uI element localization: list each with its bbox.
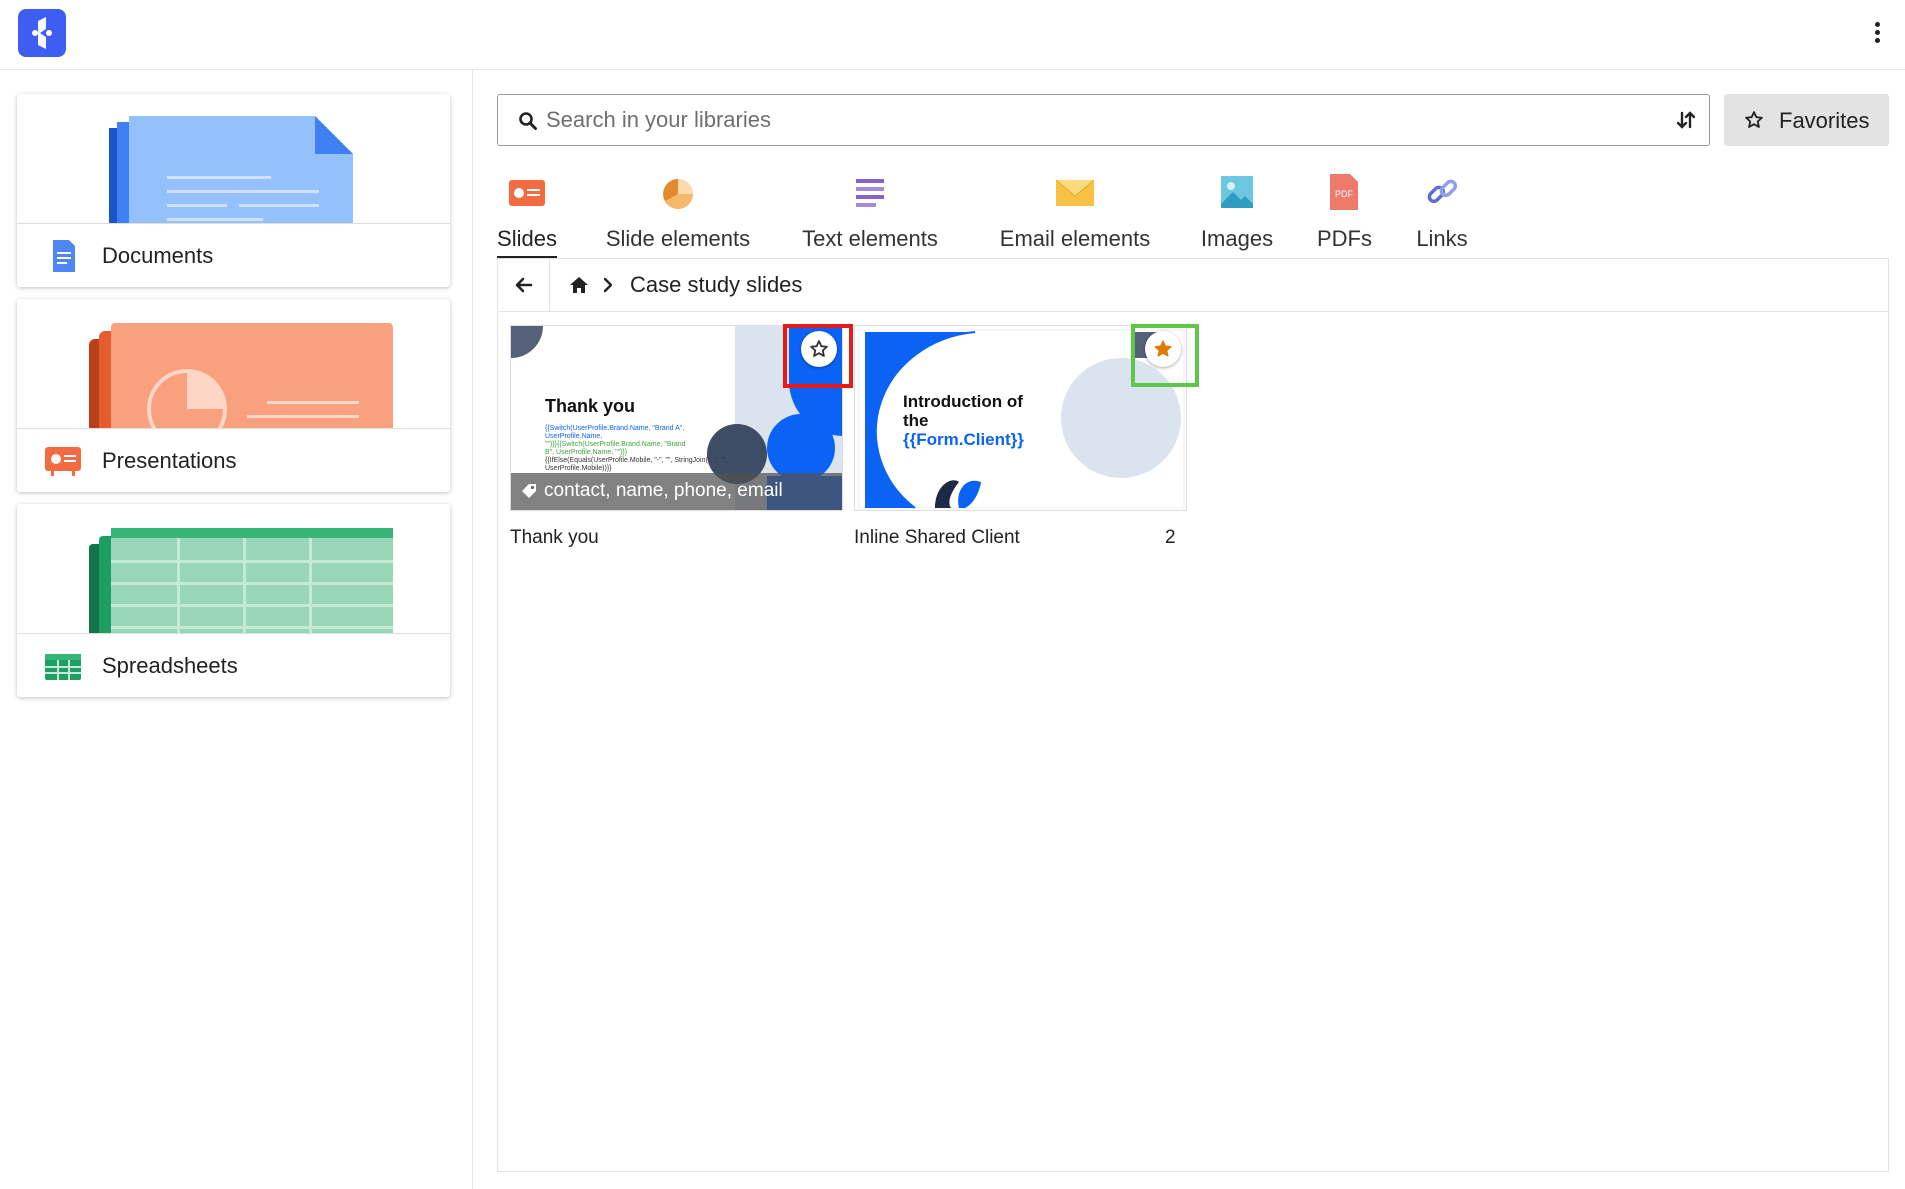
search-input[interactable] [546,105,1646,135]
tab-images[interactable]: Images [1195,172,1279,260]
breadcrumb-current: Case study slides [630,272,803,297]
tab-label: Text elements [802,226,938,251]
library-label: Presentations [102,448,237,473]
tab-slide-elements[interactable]: Slide elements [603,172,753,260]
slide-name: Thank you [510,527,599,548]
spreadsheets-illustration [17,504,450,634]
tab-email-elements[interactable]: Email elements [997,172,1153,260]
library-card-presentations[interactable]: Presentations [17,299,450,492]
search-bar [497,94,1710,146]
chevron-right-icon [602,277,614,298]
tab-label: PDFs [1317,226,1372,251]
document-icon [45,240,81,272]
favorites-button[interactable]: Favorites [1724,94,1889,146]
link-icon [1414,172,1470,218]
main-content: Favorites Slides Slide elements Text ele… [497,70,1889,1189]
library-label: Documents [102,243,214,268]
tab-pdfs[interactable]: PDF PDFs [1317,172,1372,260]
presentations-illustration [17,299,450,429]
thumb-code-text: {{Switch(UserProfile.Brand.Name, "Brand … [545,425,728,472]
highlight-box-red [783,324,853,388]
home-icon[interactable] [568,275,590,300]
tab-label: Images [1200,226,1274,251]
documents-illustration [17,94,450,224]
library-card-documents[interactable]: Documents [17,94,450,287]
presentation-icon [45,445,81,477]
favorites-label: Favorites [1779,108,1870,133]
library-card-spreadsheets[interactable]: Spreadsheets [17,504,450,697]
back-button[interactable] [498,259,550,311]
tag-list: contact, name, phone, email [544,480,783,501]
star-outline-icon [1745,111,1763,128]
pie-chart-icon [603,172,753,218]
spreadsheet-icon [45,650,81,682]
tab-text-elements[interactable]: Text elements [798,172,942,260]
breadcrumb: Case study slides [498,259,1888,312]
library-label: Spreadsheets [102,653,238,678]
tag-icon [522,484,536,498]
tag-strip: contact, name, phone, email [511,473,842,510]
app-logo-icon[interactable] [18,9,66,57]
envelope-icon [997,172,1153,218]
library-sidebar: Documents Presentations Spreadsheets [0,70,473,1189]
tab-label: Slide elements [605,226,751,251]
thumb-title: Thank you [545,396,636,416]
pdf-icon: PDF [1317,172,1371,218]
text-lines-icon [798,172,942,218]
sort-filter-icon[interactable] [1676,110,1696,135]
tab-slides[interactable]: Slides [497,172,557,260]
slide-count: 2 [1165,527,1176,548]
thumb-title: Introduction of the {{Form.Client}} [903,392,1024,449]
slide-name: Inline Shared Client [854,527,1020,548]
tab-label: Slides [497,226,557,251]
top-bar [0,0,1905,70]
image-icon [1195,172,1279,218]
kebab-menu-icon[interactable] [1869,20,1885,48]
content-panel: Case study slides Thank you {{Switch(Use… [497,258,1889,1172]
search-icon [518,111,538,136]
arrow-left-icon [515,277,533,293]
tab-links[interactable]: Links [1414,172,1470,260]
highlight-box-green [1131,324,1199,387]
tab-label: Links [1416,226,1468,251]
svg-text:PDF: PDF [1335,189,1354,199]
slide-icon [497,172,557,218]
tab-label: Email elements [999,226,1151,251]
